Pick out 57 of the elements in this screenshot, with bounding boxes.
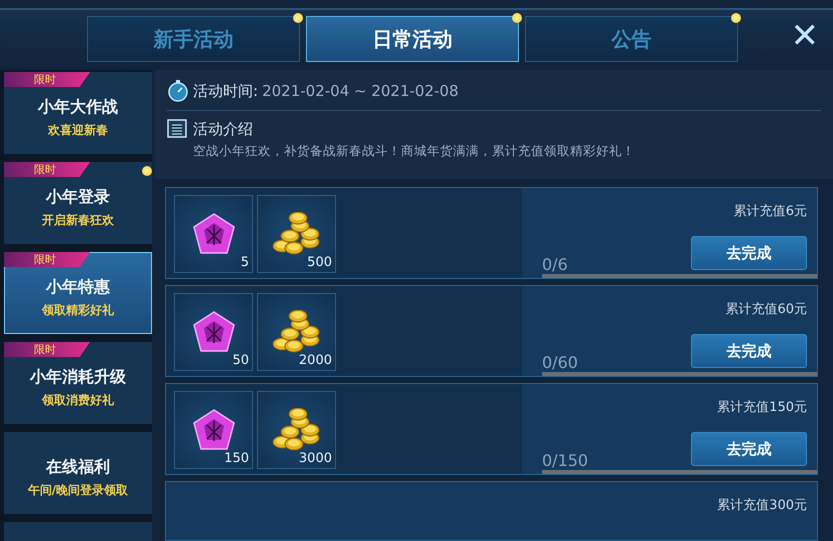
coin-pile-icon <box>272 212 322 256</box>
gem-icon <box>190 211 236 257</box>
sidebar-item[interactable]: 限时 小年登录 开启新春狂欢 <box>4 162 152 244</box>
gem-icon <box>190 309 236 355</box>
go-complete-button[interactable]: 去完成 <box>691 334 807 368</box>
item-title: 小年消耗升级 <box>30 367 126 388</box>
progress-text: 0/150 <box>542 451 590 470</box>
stopwatch-icon <box>167 80 189 102</box>
reward-count: 150 <box>224 451 249 466</box>
reward-slot[interactable]: 50 <box>174 293 253 371</box>
tab[interactable]: 公告 <box>525 16 738 62</box>
item-title: 在线福利 <box>46 457 110 478</box>
sidebar-item[interactable]: 限时 小年大作战 欢喜迎新春 <box>4 72 152 154</box>
item-title: 小年特惠 <box>46 277 110 298</box>
tab[interactable]: 日常活动 <box>306 16 519 62</box>
reward-count: 3000 <box>298 451 332 466</box>
limited-badge: 限时 <box>4 72 90 87</box>
tab[interactable]: 新手活动 <box>87 16 300 62</box>
item-subtitle: 开启新春狂欢 <box>42 212 114 229</box>
sidebar-item[interactable]: 限时 小年消耗升级 领取消费好礼 <box>4 342 152 424</box>
gem-icon <box>190 407 236 453</box>
goal-text: 累计充值6元 <box>734 203 807 220</box>
item-subtitle: 欢喜迎新春 <box>48 122 108 139</box>
go-complete-button[interactable]: 去完成 <box>691 236 807 270</box>
item-subtitle: 领取消费好礼 <box>42 392 114 409</box>
intro-text: 空战小年狂欢，补货备战新春战斗！商城年货满满，累计充值领取精彩好礼！ <box>193 143 636 160</box>
time-label: 活动时间: <box>193 82 258 100</box>
coin-pile-icon <box>272 408 322 452</box>
limited-badge: 限时 <box>4 162 90 177</box>
reward-count: 50 <box>232 353 249 368</box>
time-value: 2021-02-04 ~ 2021-02-08 <box>262 82 459 100</box>
close-button[interactable]: ✕ <box>790 16 819 56</box>
intro-title: 活动介绍 <box>193 120 253 138</box>
progress-text: 0/6 <box>542 255 569 274</box>
item-title: 小年登录 <box>46 187 110 208</box>
item-subtitle: 领取精彩好礼 <box>42 302 114 319</box>
reward-slot[interactable]: 500 <box>257 195 336 273</box>
reward-count: 500 <box>307 255 332 270</box>
goal-text: 累计充值150元 <box>717 399 807 416</box>
goal-text: 累计充值300元 <box>717 497 807 514</box>
coin-pile-icon <box>272 310 322 354</box>
progress-text: 0/60 <box>542 353 579 372</box>
document-icon <box>167 119 187 139</box>
limited-badge: 限时 <box>4 252 90 267</box>
reward-slot[interactable]: 5 <box>174 195 253 273</box>
reward-count: 5 <box>240 255 249 270</box>
limited-badge: 限时 <box>4 342 90 357</box>
sidebar-item[interactable]: 在线福利 午间/晚间登录领取 <box>4 432 152 514</box>
goal-text: 累计充值60元 <box>725 301 807 318</box>
reward-slot[interactable]: 3000 <box>257 391 336 469</box>
reward-slot[interactable]: 150 <box>174 391 253 469</box>
item-title: 小年大作战 <box>38 97 118 118</box>
reward-slot[interactable]: 2000 <box>257 293 336 371</box>
item-subtitle: 午间/晚间登录领取 <box>28 482 128 499</box>
reward-count: 2000 <box>298 353 332 368</box>
sidebar-item[interactable]: 限时 小年特惠 领取精彩好礼 <box>4 252 152 334</box>
go-complete-button[interactable]: 去完成 <box>691 432 807 466</box>
